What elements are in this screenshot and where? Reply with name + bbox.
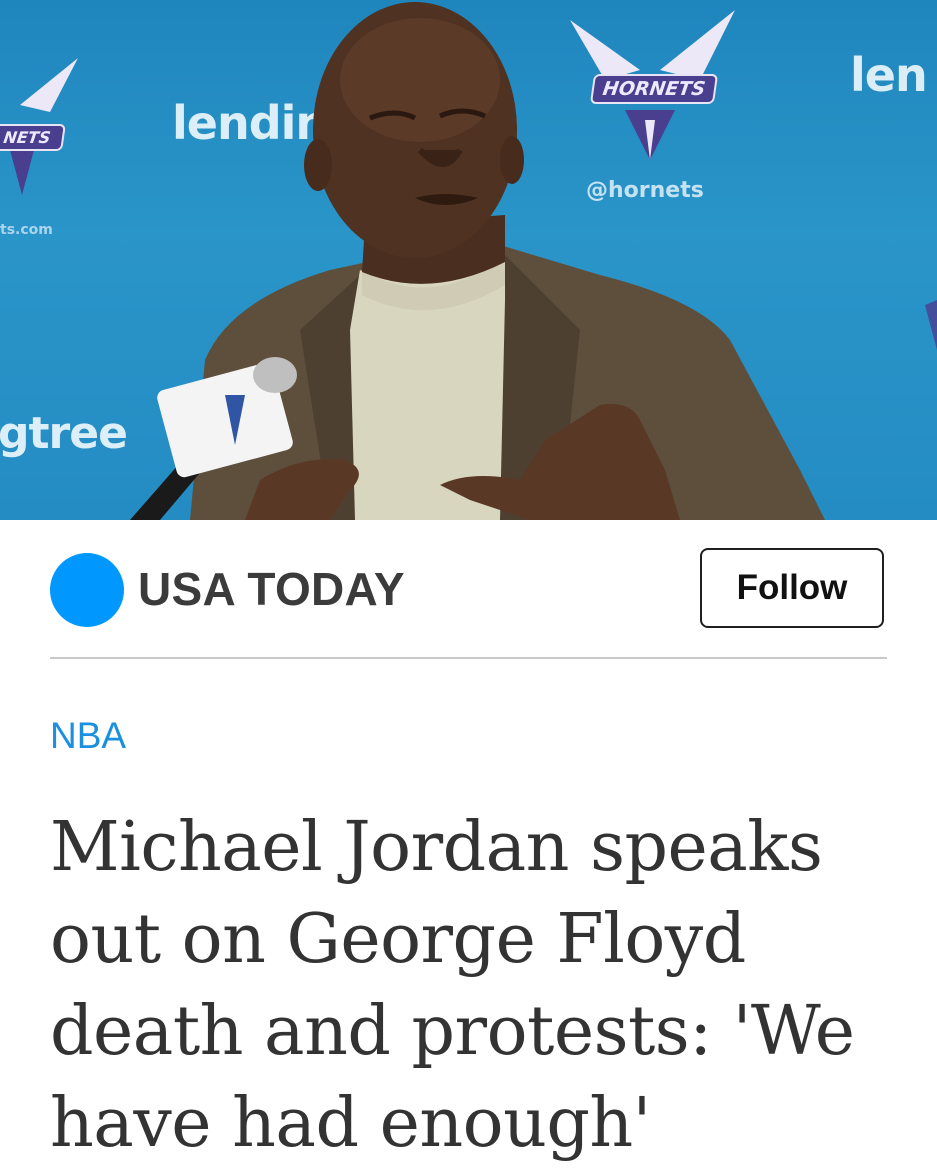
article-headline[interactable]: Michael Jordan speaks out on George Floy… [50,802,910,1170]
publisher-name[interactable]: USA TODAY [138,562,405,616]
speaker-figure [130,2,825,520]
divider [50,657,887,659]
section-link-nba[interactable]: NBA [50,714,126,758]
hero-photo: lendin len gtree @hornets ts.com HORNETS… [0,0,937,520]
usa-today-logo-icon[interactable] [50,553,124,627]
hero-illustration [10,2,937,520]
hornets-logo-wordmark: NETS [0,124,66,151]
publisher-header: USA TODAY Follow [50,548,887,632]
hornets-logo-wordmark: HORNETS [589,74,719,104]
follow-button[interactable]: Follow [700,548,884,628]
